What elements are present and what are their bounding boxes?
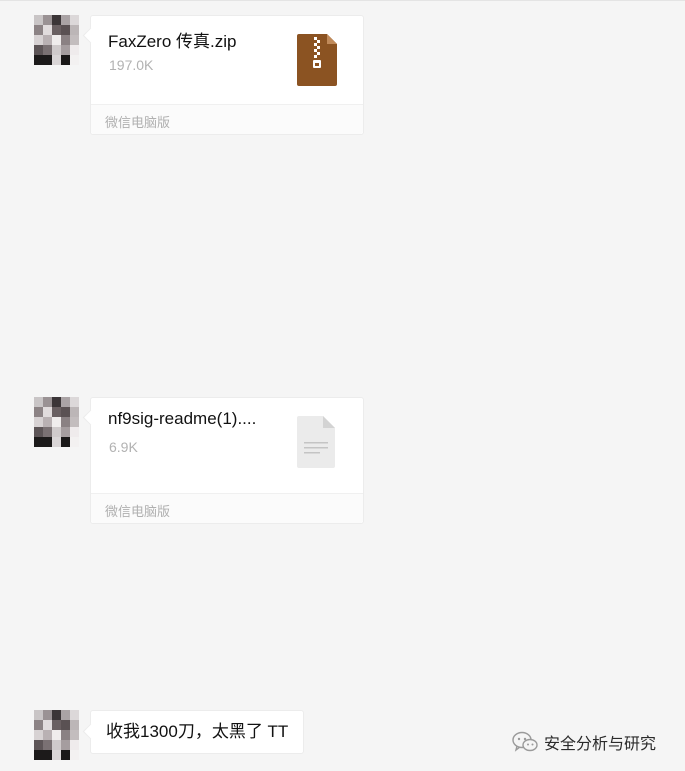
file-footer: 微信电脑版: [91, 104, 363, 134]
file-footer: 微信电脑版: [91, 493, 363, 523]
file-source-label: 微信电脑版: [105, 504, 171, 519]
sender-avatar[interactable]: [34, 15, 79, 65]
watermark-text: 安全分析与研究: [544, 736, 657, 753]
file-name: nf9sig-readme(1)....: [108, 409, 257, 428]
file-size: 197.0K: [109, 57, 154, 73]
sender-avatar[interactable]: [34, 397, 79, 447]
file-name: FaxZero 传真.zip: [108, 32, 237, 51]
sender-avatar[interactable]: [34, 710, 79, 760]
zip-archive-icon: [297, 34, 337, 86]
text-document-icon: [297, 416, 335, 468]
file-size: 6.9K: [109, 439, 138, 455]
text-message-bubble[interactable]: 收我1300刀，太黑了 TT: [90, 710, 305, 754]
file-message-card[interactable]: FaxZero 传真.zip 197.0K 微信电脑版: [90, 15, 364, 135]
top-divider: [0, 0, 685, 1]
message-text: 收我1300刀，太黑了 TT: [106, 722, 289, 741]
file-message-card[interactable]: nf9sig-readme(1).... 6.9K 微信电脑版: [90, 397, 364, 524]
wechat-icon: [512, 731, 538, 752]
file-source-label: 微信电脑版: [105, 115, 171, 130]
watermark: 安全分析与研究: [512, 728, 656, 756]
